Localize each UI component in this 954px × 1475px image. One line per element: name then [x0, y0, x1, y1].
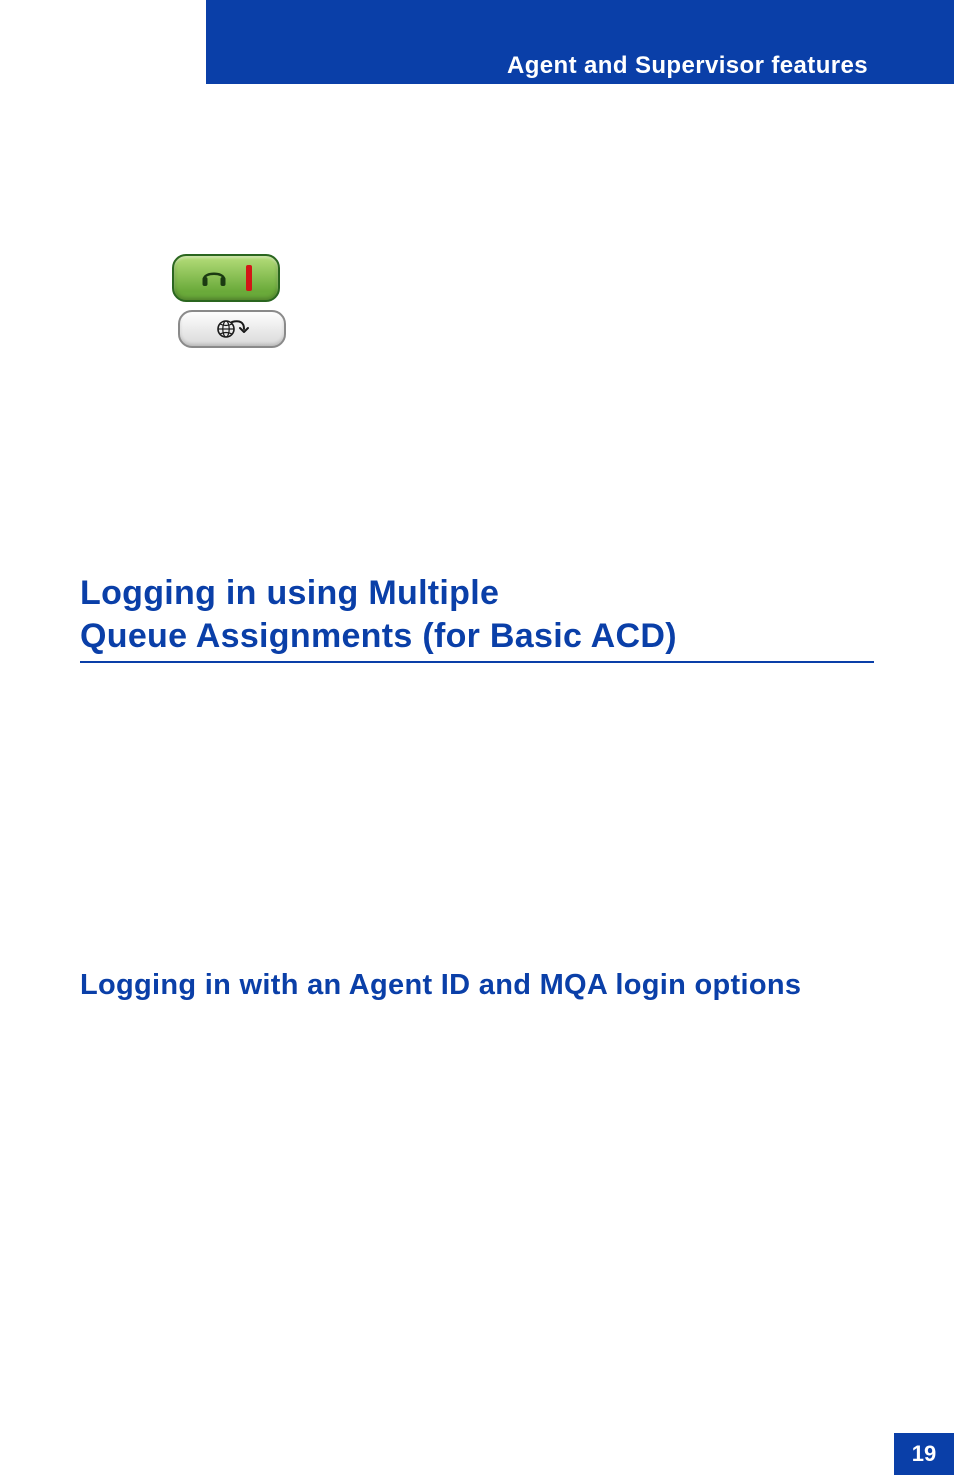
section-heading-mqa: Logging in using Multiple Queue Assignme…: [80, 572, 874, 657]
key-illustrations: [172, 254, 874, 348]
section-heading-line1: Logging in using Multiple: [80, 574, 499, 612]
page-number: 19: [912, 1441, 936, 1467]
feature-key-button: [178, 310, 286, 348]
header-title: Agent and Supervisor features: [507, 52, 868, 80]
incalls-key-button: [172, 254, 280, 302]
headset-icon: [200, 266, 228, 290]
busy-indicator-icon: [246, 265, 252, 291]
page-number-block: 19: [894, 1433, 954, 1475]
body-content: Logging in using Multiple Queue Assignme…: [80, 110, 874, 1385]
sub-heading-agent-id: Logging in with an Agent ID and MQA logi…: [80, 969, 874, 1002]
section-heading-line2: Queue Assignments (for Basic ACD): [80, 617, 677, 655]
section-divider: [80, 661, 874, 663]
header-band: Agent and Supervisor features: [206, 0, 954, 84]
globe-arrow-icon: [214, 317, 250, 341]
page: Agent and Supervisor features: [0, 0, 954, 1475]
